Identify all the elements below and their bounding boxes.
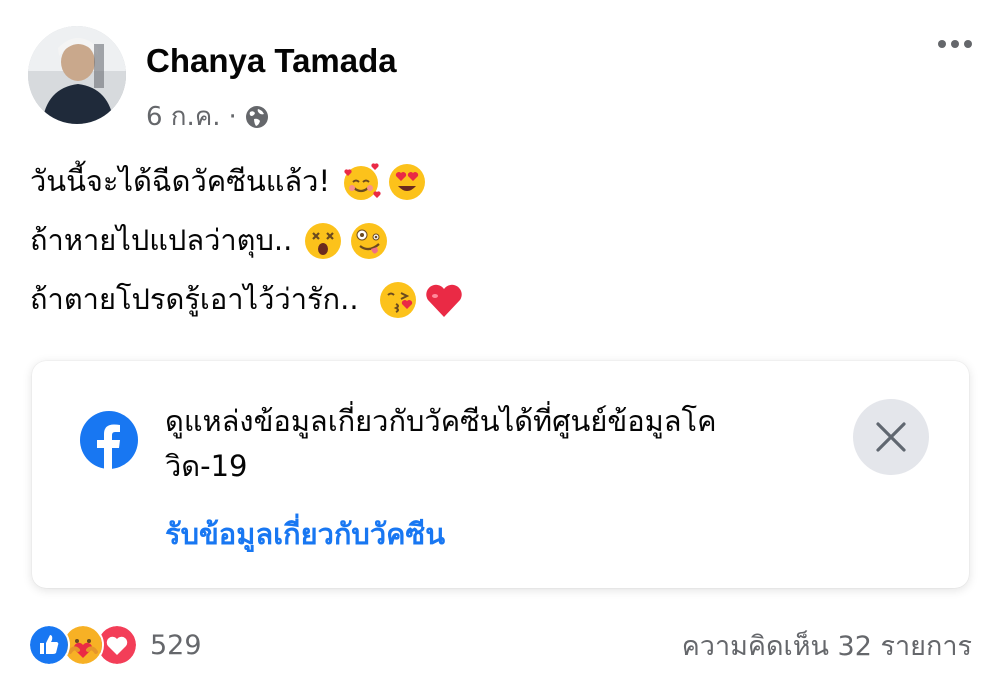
- info-text: ดูแหล่งข้อมูลเกี่ยวกับวัคซีนได้ที่ศูนย์ข…: [165, 399, 825, 489]
- post-line: ถ้าหายไปแปลว่าตุบ..: [30, 211, 465, 270]
- heart-eyes-emoji: [389, 163, 426, 200]
- post-line: ถ้าตายโปรดรู้เอาไว้ว่ารัก..: [30, 270, 465, 329]
- info-text-line-1: ดูแหล่งข้อมูลเกี่ยวกับวัคซีนได้ที่ศูนย์ข…: [165, 404, 717, 438]
- post-meta: 6 ก.ค. ·: [146, 96, 269, 137]
- red-heart-emoji: [425, 284, 462, 317]
- post-body: วันนี้จะได้ฉีดวัคซีนแล้ว! ถ้าหายไปแปลว่า…: [30, 152, 465, 329]
- close-icon: [876, 422, 906, 452]
- avatar-photo: [28, 26, 126, 124]
- author-avatar[interactable]: [28, 26, 126, 124]
- more-options-icon: [938, 40, 946, 48]
- post-line-text: ถ้าตายโปรดรู้เอาไว้ว่ารัก..: [30, 282, 359, 316]
- close-card-button[interactable]: [853, 399, 929, 475]
- smiling-face-with-hearts-emoji: [344, 162, 381, 200]
- get-vaccine-info-link[interactable]: รับข้อมูลเกี่ยวกับวัคซีน: [165, 511, 445, 557]
- covid-info-card: ดูแหล่งข้อมูลเกี่ยวกับวัคซีนได้ที่ศูนย์ข…: [32, 361, 969, 588]
- like-reaction-icon: [28, 624, 70, 666]
- reaction-count[interactable]: 529: [150, 630, 202, 661]
- comment-count[interactable]: ความคิดเห็น 32 รายการ: [682, 624, 972, 667]
- post-line-text: วันนี้จะได้ฉีดวัคซีนแล้ว!: [30, 164, 331, 198]
- more-options-dot: [951, 40, 959, 48]
- globe-icon[interactable]: [245, 105, 269, 129]
- zany-face-emoji: [351, 222, 388, 259]
- post-footer: 529 ความคิดเห็น 32 รายการ: [28, 620, 972, 670]
- author-name[interactable]: Chanya Tamada: [146, 42, 397, 80]
- reaction-summary[interactable]: 529: [28, 624, 202, 666]
- post-line-text: ถ้าหายไปแปลว่าตุบ..: [30, 223, 293, 257]
- post-line: วันนี้จะได้ฉีดวัคซีนแล้ว!: [30, 152, 465, 211]
- meta-separator: ·: [228, 101, 237, 132]
- more-options-button[interactable]: [938, 40, 972, 48]
- kissing-heart-emoji: [379, 281, 416, 318]
- more-options-dot: [964, 40, 972, 48]
- info-text-line-2: วิด-19: [165, 449, 248, 483]
- facebook-logo-icon: [80, 411, 138, 469]
- dizzy-face-emoji: [305, 222, 342, 259]
- post-date[interactable]: 6 ก.ค.: [146, 96, 220, 137]
